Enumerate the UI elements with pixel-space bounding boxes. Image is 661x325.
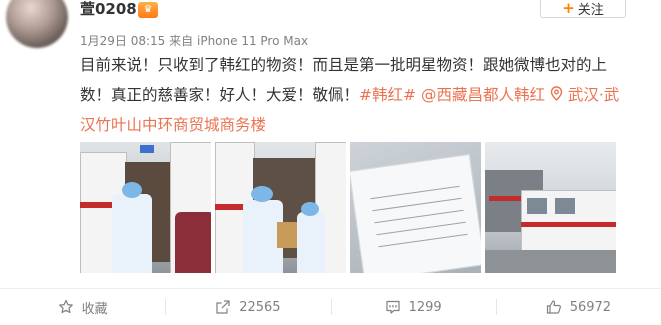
post-meta: 1月29日 08:15 来自 iPhone 11 Pro Max [80,32,308,49]
like-button[interactable]: 56972 [495,289,661,325]
photo-1[interactable] [80,142,211,273]
photo-4[interactable] [485,142,616,273]
post-text-line1: 目前来说！只收到了韩红的物资！而且是第一批明星物资！跟她微博也对的上 [80,56,608,74]
favorite-button[interactable]: 收藏 [0,289,165,325]
vip-badge-icon: ♛ [138,2,158,18]
avatar[interactable] [6,0,68,48]
plus-icon: + [562,0,575,17]
repost-button[interactable]: 22565 [165,289,330,325]
comment-icon [385,300,400,314]
comment-count: 1299 [408,299,442,315]
worker-2 [175,212,211,273]
mention-link[interactable]: @西藏昌都人韩红 [421,86,545,104]
supply-box [277,222,297,248]
ground [485,250,616,273]
thumbs-up-icon [546,300,561,314]
worker-cap-2 [301,202,319,216]
action-bar: 收藏 22565 1299 56972 [0,289,661,325]
location-pin-icon [550,86,563,101]
like-count: 56972 [569,299,612,315]
ambulance-window [527,198,547,214]
ambulance-stripe [521,222,616,227]
ambulance-window-2 [555,198,575,214]
hashtag-link[interactable]: #韩红# [359,86,416,104]
source-prefix: 来自 [169,34,194,48]
favorite-label: 收藏 [81,301,108,317]
post-date[interactable]: 1月29日 [80,34,127,48]
post-time: 08:15 [130,34,166,48]
worker-cap [122,182,142,198]
medical-worker [112,194,152,273]
post-content: 目前来说！只收到了韩红的物资！而且是第一批明星物资！跟她微博也对的上 数！真正的… [80,50,658,140]
star-icon [58,299,73,314]
follow-button[interactable]: + 关注 [540,0,626,18]
post-text-line2: 数！真正的慈善家！好人！大爱！敬佩！ [80,86,360,104]
roof-light [140,145,154,153]
location-text-part1: 武汉·武 [567,86,620,104]
location-text-part2: 汉竹叶山中环商贸城商务楼 [80,116,267,134]
comment-button[interactable]: 1299 [330,289,496,325]
share-icon [216,300,230,314]
photo-grid [80,142,616,273]
worker-2 [297,212,325,273]
worker-cap [251,186,273,202]
repost-count: 22565 [239,299,281,315]
photo-3[interactable] [350,142,481,273]
source-device: iPhone 11 Pro Max [197,34,309,48]
username[interactable]: 萱0208 [80,0,137,18]
follow-label: 关注 [577,2,604,18]
document-sheet [350,154,481,273]
photo-2[interactable] [215,142,346,273]
